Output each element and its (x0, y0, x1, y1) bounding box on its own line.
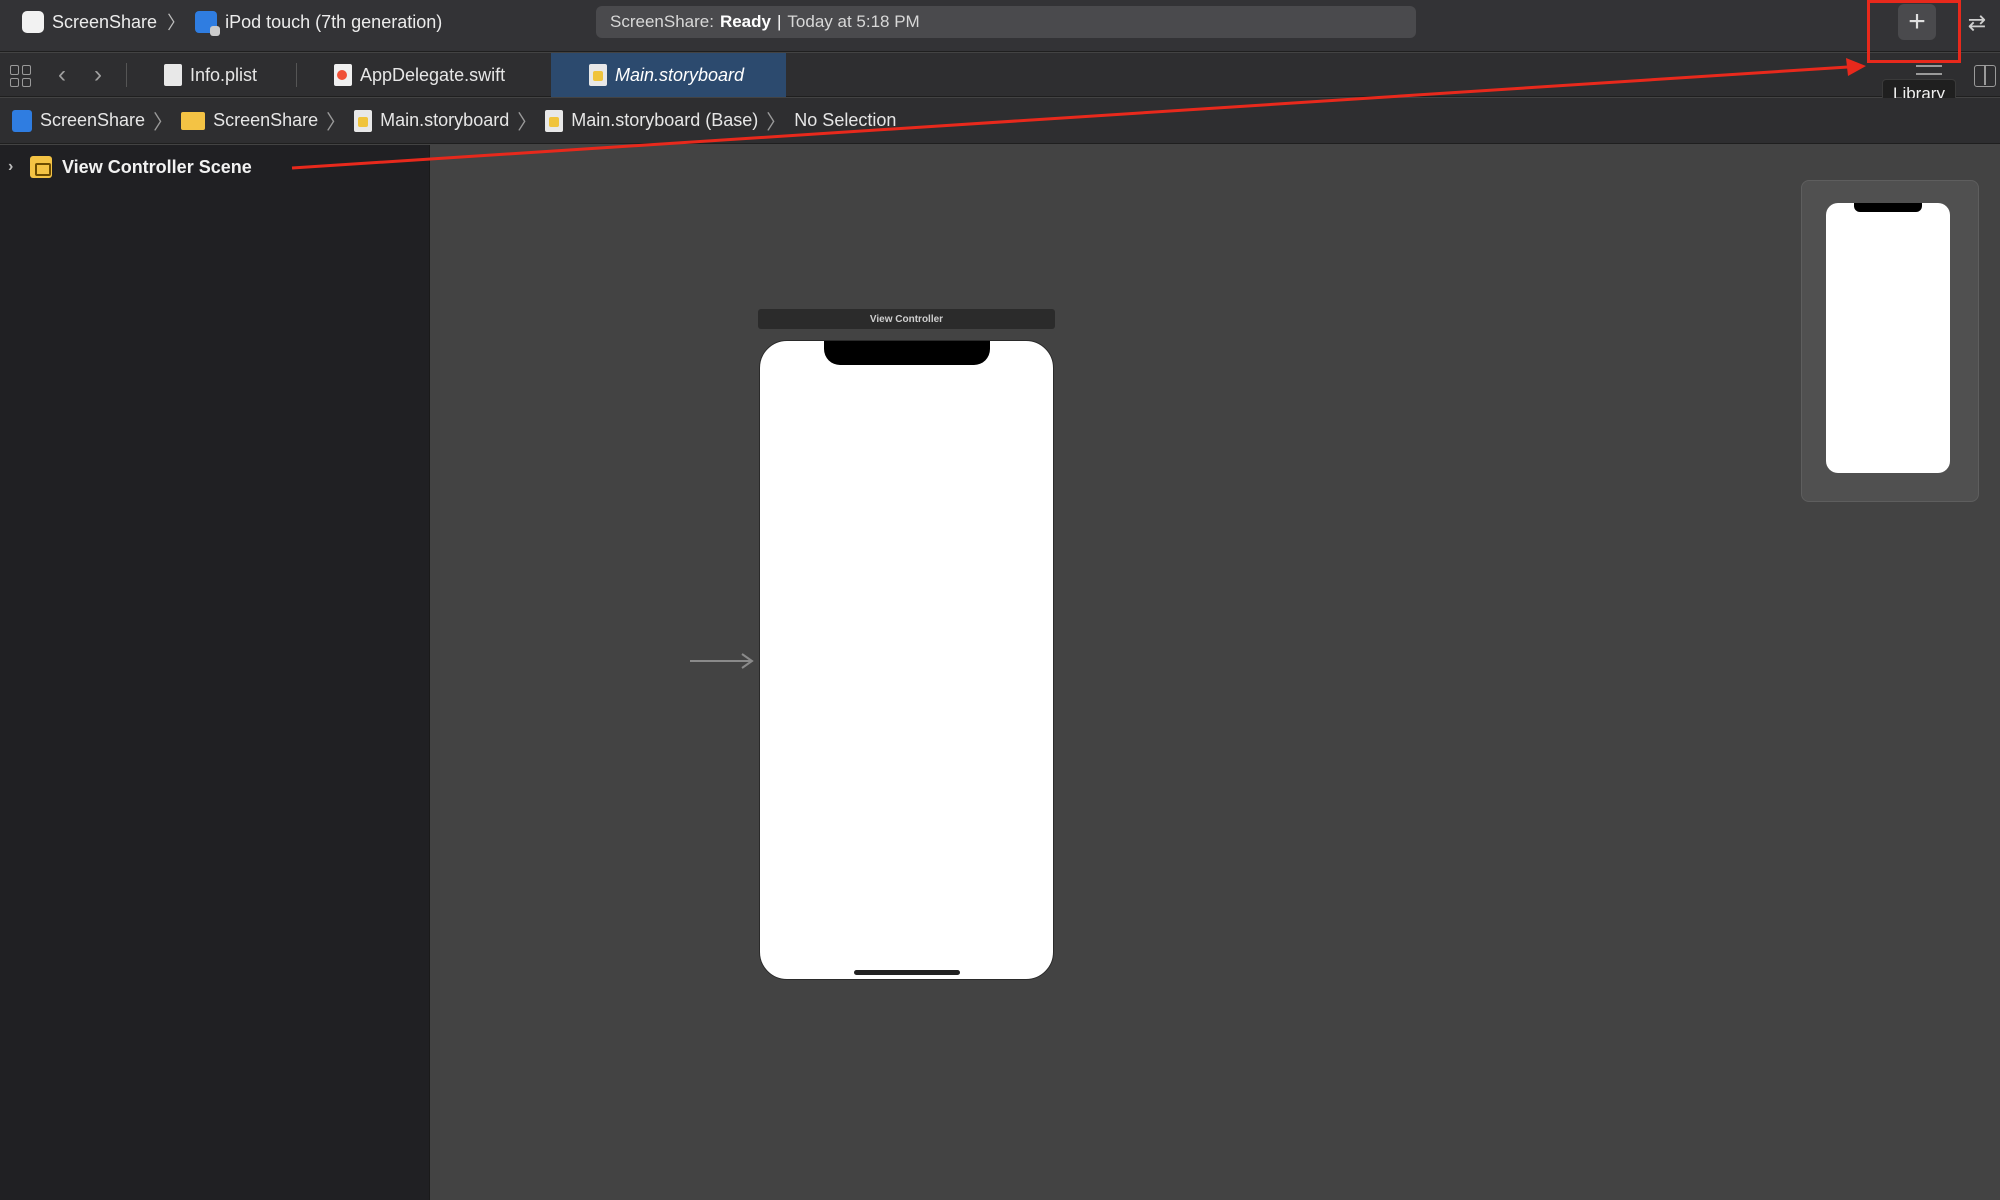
annotation-highlight-box (1867, 0, 1961, 63)
storyboard-file-icon (354, 109, 373, 132)
back-chevron-icon[interactable]: ‹ (50, 61, 74, 89)
tab-main-storyboard[interactable]: Main.storyboard (551, 53, 786, 97)
toolbar: ScreenShare 〉 iPod touch (7th generation… (0, 0, 2000, 52)
device-notch (824, 341, 990, 365)
disclosure-chevron-icon[interactable]: › (8, 158, 20, 176)
grid-icon[interactable] (10, 65, 32, 87)
breadcrumb-selection[interactable]: No Selection (794, 110, 896, 131)
inspector-toggle-icon[interactable] (1974, 65, 1996, 87)
breadcrumb-project[interactable]: ScreenShare (12, 109, 146, 132)
breadcrumb: ScreenShare 〉 ScreenShare 〉 Main.storybo… (0, 98, 2000, 144)
swift-file-icon (334, 64, 352, 86)
tab-appdelegate-swift[interactable]: AppDelegate.swift (320, 53, 550, 97)
storyboard-canvas[interactable] (431, 145, 2000, 1200)
tab-label: AppDelegate.swift (360, 64, 506, 85)
swap-arrows-icon[interactable]: ⇄ (1960, 8, 1994, 38)
tab-info-plist[interactable]: Info.plist (150, 53, 296, 97)
forward-chevron-icon[interactable]: › (86, 61, 110, 89)
breadcrumb-label: ScreenShare (213, 110, 319, 130)
view-controller-scene-row[interactable]: › View Controller Scene (8, 153, 252, 181)
chevron-right-icon: 〉 (167, 13, 186, 33)
scheme-selector[interactable]: ScreenShare 〉 iPod touch (7th generation… (22, 10, 442, 36)
status-app: ScreenShare: (610, 12, 714, 31)
chevron-right-icon: 〉 (766, 112, 787, 134)
tab-bar: ‹ › Info.plist AppDelegate.swift Main.st… (0, 53, 2000, 97)
device-icon (195, 11, 221, 36)
activity-status: ScreenShare: Ready | Today at 5:18 PM (596, 6, 1416, 38)
minimap[interactable] (1801, 180, 1979, 502)
minimap-view-controller (1826, 203, 1950, 473)
tab-label: Info.plist (190, 64, 258, 85)
device-name[interactable]: iPod touch (7th generation) (225, 12, 442, 33)
tab-label: Main.storyboard (615, 64, 745, 85)
breadcrumb-storyboard[interactable]: Main.storyboard (354, 109, 510, 132)
chevron-right-icon: 〉 (326, 112, 347, 134)
scene-label: View Controller Scene (62, 156, 252, 177)
folder-icon (181, 111, 206, 130)
app-icon (22, 11, 44, 33)
breadcrumb-label: Main.storyboard (Base) (571, 110, 759, 130)
divider (296, 63, 297, 87)
document-outline: › View Controller Scene (0, 145, 430, 1200)
status-time: Today at 5:18 PM (787, 12, 920, 31)
status-separator: | (776, 12, 782, 31)
breadcrumb-folder[interactable]: ScreenShare (181, 110, 318, 131)
divider (126, 63, 127, 87)
breadcrumb-storyboard-base[interactable]: Main.storyboard (Base) (545, 109, 759, 132)
project-icon (12, 109, 32, 132)
view-controller-title-bar[interactable]: View Controller (758, 309, 1055, 329)
entry-point-arrow-icon (690, 653, 754, 669)
plist-file-icon (164, 64, 182, 86)
breadcrumb-label: No Selection (794, 110, 897, 130)
storyboard-file-icon (545, 109, 564, 132)
breadcrumb-label: Main.storyboard (380, 110, 510, 130)
home-indicator (854, 970, 960, 975)
device-notch (1854, 203, 1922, 212)
chevron-right-icon: 〉 (517, 112, 538, 134)
view-controller-view[interactable] (759, 340, 1054, 980)
breadcrumb-label: ScreenShare (40, 110, 146, 130)
chevron-right-icon: 〉 (153, 112, 174, 134)
scene-icon (30, 156, 52, 178)
storyboard-file-icon (589, 64, 607, 86)
scheme-name[interactable]: ScreenShare (52, 12, 157, 33)
status-state: Ready (719, 12, 771, 31)
